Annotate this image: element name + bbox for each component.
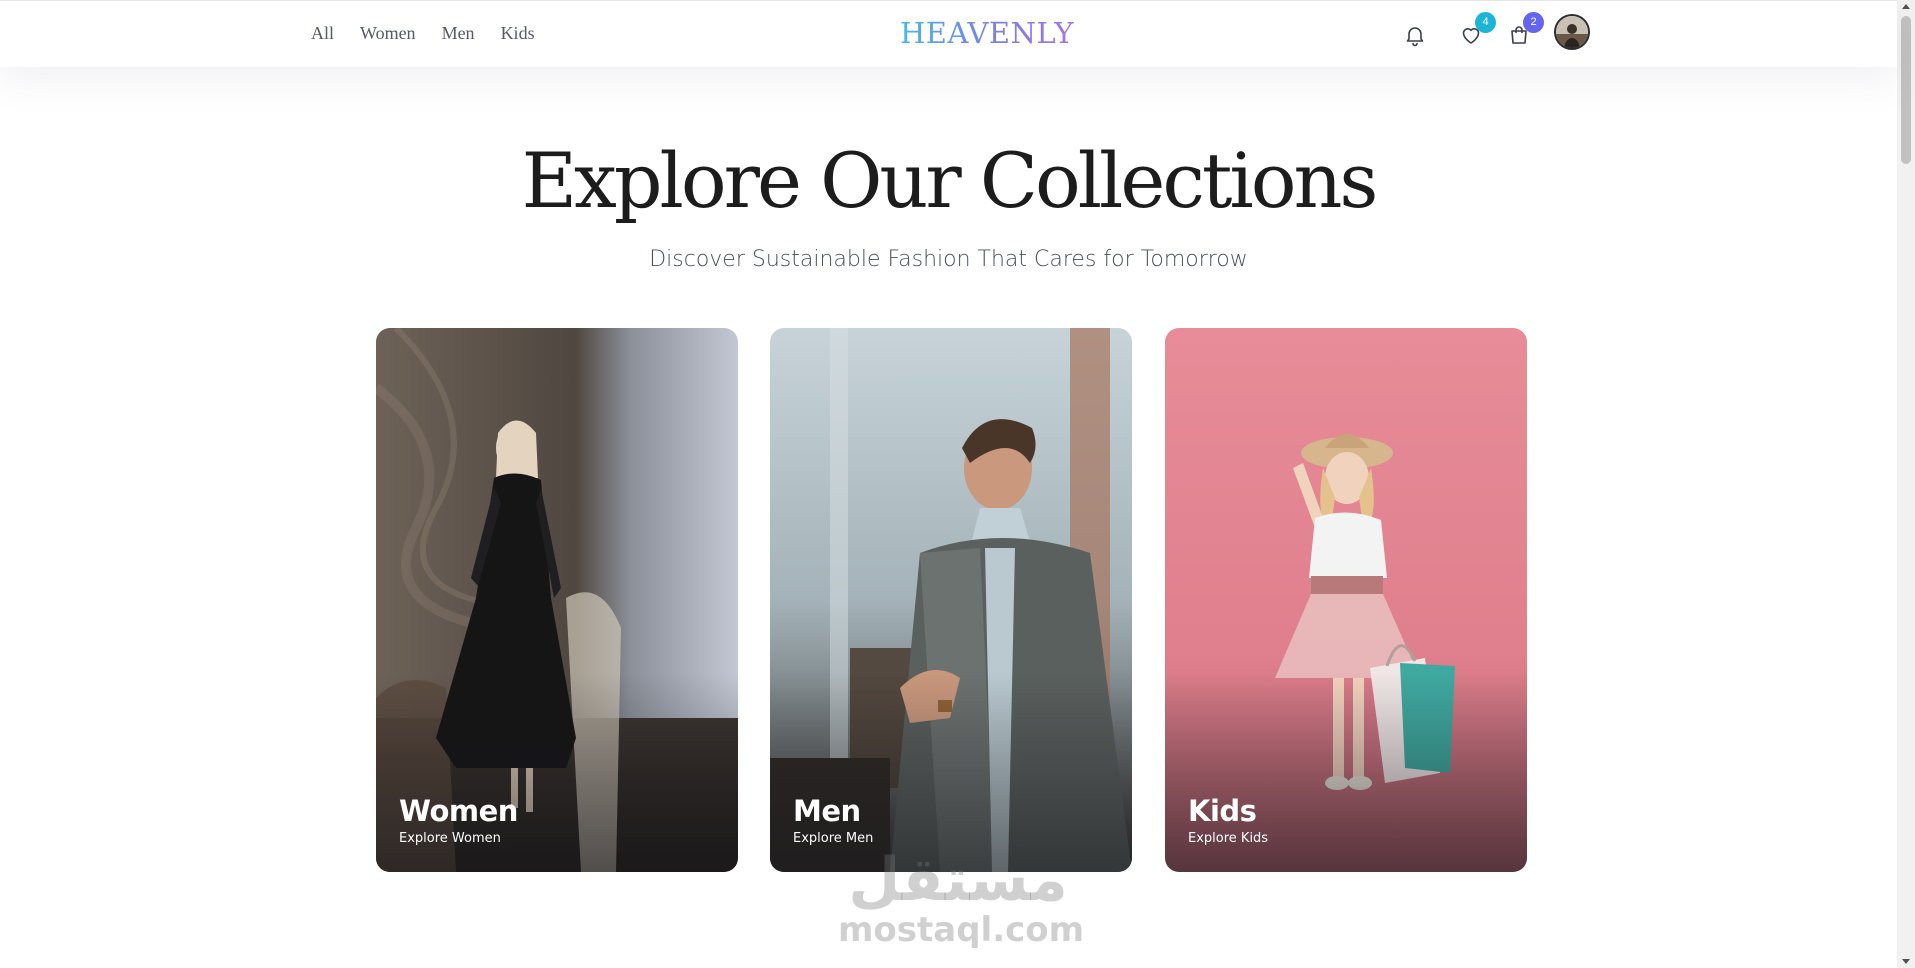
page-subtitle: Discover Sustainable Fashion That Cares … <box>649 247 1248 272</box>
nav-link-women[interactable]: Women <box>360 23 416 44</box>
collection-card-women[interactable]: Women Explore Women <box>376 328 738 872</box>
notifications-button[interactable] <box>1400 20 1430 50</box>
scroll-up-arrow-icon[interactable] <box>1902 4 1910 9</box>
card-title: Kids <box>1188 794 1257 828</box>
card-link[interactable]: Explore Women <box>399 831 501 846</box>
wishlist-count-badge: 4 <box>1475 12 1496 33</box>
brand-logo[interactable]: HEAVENLY <box>900 16 1074 50</box>
watermark-latin: mostaql.com <box>838 910 1085 950</box>
wishlist-button[interactable]: 4 <box>1456 12 1496 50</box>
profile-photo <box>1556 16 1588 48</box>
vertical-scrollbar[interactable] <box>1897 0 1915 968</box>
nav-link-all[interactable]: All <box>311 23 334 44</box>
main-nav: All Women Men Kids <box>311 23 535 44</box>
bell-icon <box>1406 27 1424 47</box>
card-title: Men <box>793 794 861 828</box>
collection-card-kids[interactable]: Kids Explore Kids <box>1165 328 1527 872</box>
cart-button[interactable]: 2 <box>1504 12 1544 50</box>
card-link[interactable]: Explore Kids <box>1188 831 1268 846</box>
collection-card-men[interactable]: Men Explore Men <box>770 328 1132 872</box>
top-header: All Women Men Kids HEAVENLY 4 2 <box>0 0 1897 67</box>
scroll-down-arrow-icon[interactable] <box>1902 959 1910 964</box>
card-link[interactable]: Explore Men <box>793 831 873 846</box>
nav-link-men[interactable]: Men <box>442 23 475 44</box>
cart-count-badge: 2 <box>1523 12 1544 33</box>
page-title: Explore Our Collections <box>521 136 1379 225</box>
card-title: Women <box>399 794 518 828</box>
nav-link-kids[interactable]: Kids <box>501 23 535 44</box>
scrollbar-thumb[interactable] <box>1901 16 1911 164</box>
page: All Women Men Kids HEAVENLY 4 2 Explore … <box>0 0 1915 968</box>
avatar[interactable] <box>1554 14 1590 50</box>
